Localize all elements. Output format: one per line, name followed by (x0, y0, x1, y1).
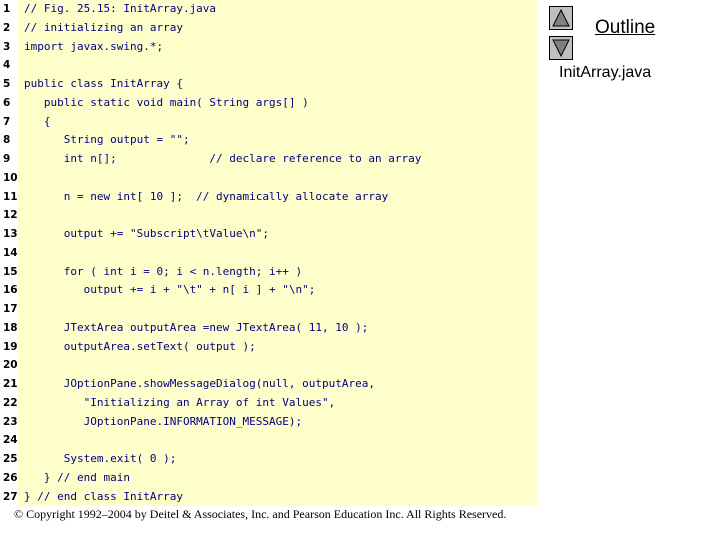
line-number: 1 (3, 3, 11, 15)
code-text: for ( int i = 0; i < n.length; i++ ) (24, 264, 303, 278)
line-number: 2 (3, 21, 11, 34)
code-line: 1 // Fig. 25.15: InitArray.java (0, 0, 538, 18)
code-line: 9 int n[]; // declare reference to an ar… (0, 150, 538, 168)
line-number: 23 (3, 415, 18, 428)
code-line: 14 (0, 244, 538, 262)
line-number: 17 (3, 303, 18, 315)
code-text: "Initializing an Array of int Values", (24, 395, 336, 409)
outline-down-button[interactable] (549, 36, 573, 60)
line-number: 4 (3, 59, 11, 72)
code-text: int n[]; // declare reference to an arra… (24, 152, 422, 165)
code-line: 20 (0, 356, 538, 374)
code-line: 27 } // end class InitArray (0, 488, 538, 506)
line-number: 18 (3, 321, 18, 334)
code-line: 16 output += i + "\t" + n[ i ] + "\n"; (0, 281, 538, 299)
code-text: output += "Subscript\tValue\n"; (24, 227, 270, 240)
line-number: 26 (3, 471, 18, 484)
code-line: 17 (0, 300, 538, 318)
code-text: } // end class InitArray (24, 489, 183, 503)
code-line: 4 (0, 56, 538, 74)
line-number: 20 (3, 359, 18, 372)
code-text: import javax.swing.*; (24, 39, 164, 53)
line-number: 6 (3, 96, 11, 109)
code-line: 11 n = new int[ 10 ]; // dynamically all… (0, 188, 538, 206)
line-number: 21 (3, 378, 18, 390)
code-line: 5 public class InitArray { (0, 75, 538, 93)
line-number: 7 (3, 115, 11, 128)
code-text: // initializing an array (24, 20, 183, 34)
code-text: JTextArea outputArea =new JTextArea( 11,… (24, 320, 369, 334)
line-number: 16 (3, 284, 18, 297)
code-line: 23 JOptionPane.INFORMATION_MESSAGE); (0, 413, 538, 431)
code-line: 2 // initializing an array (0, 19, 538, 37)
line-number: 10 (3, 171, 18, 184)
line-number: 19 (3, 340, 18, 353)
line-number: 22 (3, 396, 18, 409)
code-text: outputArea.setText( output ); (24, 339, 256, 353)
code-line: 10 (0, 169, 538, 187)
code-line: 21 JOptionPane.showMessageDialog(null, o… (0, 375, 538, 393)
code-line: 7 { (0, 113, 538, 131)
line-number: 25 (3, 453, 18, 465)
copyright-footer: © Copyright 1992–2004 by Deitel & Associ… (14, 507, 507, 521)
line-number: 8 (3, 134, 11, 147)
code-text: n = new int[ 10 ]; // dynamically alloca… (24, 189, 389, 203)
line-number: 24 (3, 434, 18, 447)
code-line: 8 String output = ""; (0, 131, 538, 149)
code-line: 12 (0, 206, 538, 224)
code-line: 19 outputArea.setText( output ); (0, 338, 538, 356)
code-line: 25 System.exit( 0 ); (0, 450, 538, 468)
code-line: 22 "Initializing an Array of int Values"… (0, 394, 538, 412)
outline-up-button[interactable] (549, 6, 573, 30)
code-line: 18 JTextArea outputArea =new JTextArea( … (0, 319, 538, 337)
code-text: } // end main (24, 470, 130, 484)
code-line: 26 } // end main (0, 469, 538, 487)
code-line: 6 public static void main( String args[]… (0, 94, 538, 112)
line-number: 5 (3, 78, 11, 90)
triangle-up-icon (552, 8, 570, 27)
line-number: 11 (3, 190, 18, 203)
line-number: 3 (3, 40, 11, 53)
code-text: public class InitArray { (24, 77, 183, 90)
code-line: 24 (0, 431, 538, 449)
code-text: { (24, 114, 51, 128)
code-line: 13 output += "Subscript\tValue\n"; (0, 225, 538, 243)
code-line: 3 import javax.swing.*; (0, 38, 538, 56)
line-number: 12 (3, 209, 18, 222)
code-text: String output = ""; (24, 133, 190, 147)
line-number: 13 (3, 228, 18, 240)
code-text: JOptionPane.INFORMATION_MESSAGE); (24, 414, 303, 428)
line-number: 15 (3, 265, 18, 278)
code-text: public static void main( String args[] ) (24, 95, 309, 109)
code-text: output += i + "\t" + n[ i ] + "\n"; (24, 283, 316, 297)
line-number: 9 (3, 153, 11, 165)
code-panel: 1 // Fig. 25.15: InitArray.java 2 // initia… (0, 0, 538, 506)
line-number: 27 (3, 490, 18, 503)
file-name: InitArray.java (559, 64, 652, 81)
line-number: 14 (3, 246, 18, 259)
code-text: System.exit( 0 ); (24, 452, 177, 465)
code-line: 15 for ( int i = 0; i < n.length; i++ ) (0, 263, 538, 281)
outline-title[interactable]: Outline (595, 17, 655, 39)
triangle-down-icon (552, 39, 570, 58)
code-text: JOptionPane.showMessageDialog(null, outp… (24, 377, 375, 390)
code-text: // Fig. 25.15: InitArray.java (24, 2, 217, 15)
